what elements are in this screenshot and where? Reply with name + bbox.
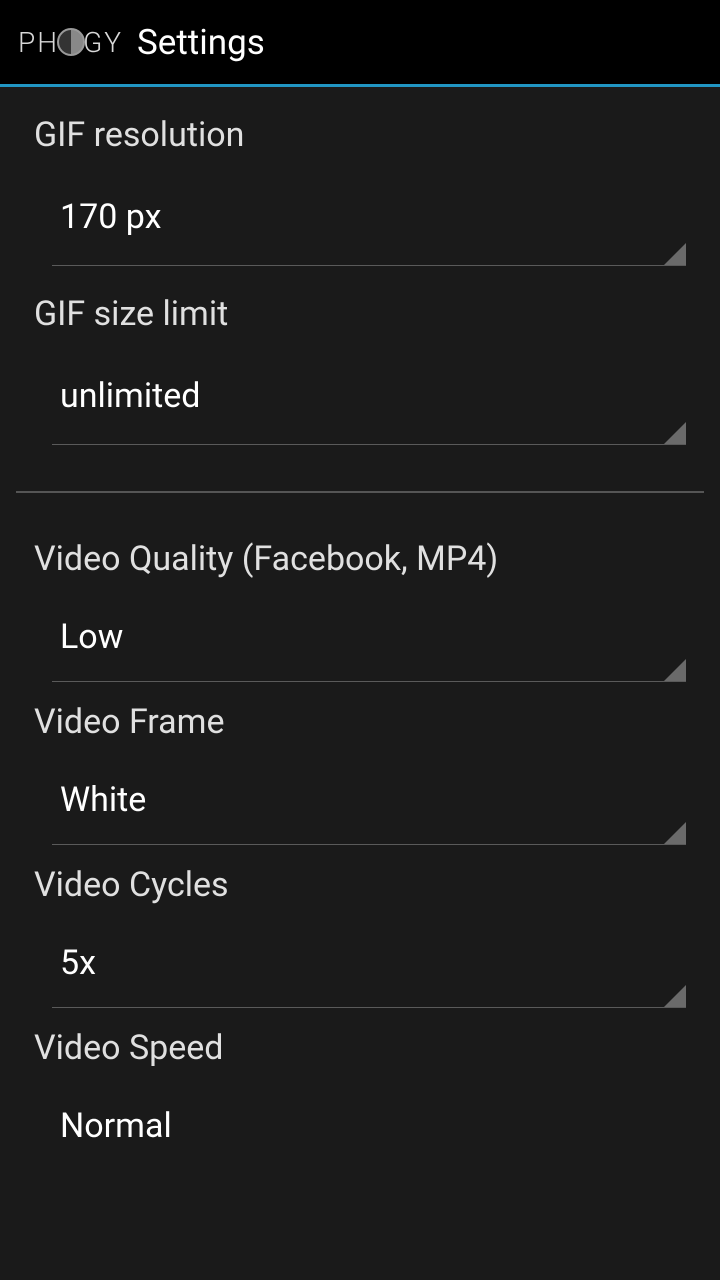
settings-content: GIF resolution 170 px GIF size limit unl… [0, 87, 720, 1146]
section-divider [16, 491, 704, 493]
gif-resolution-value: 170 px [60, 197, 161, 237]
app-header: PHGY Settings [0, 0, 720, 84]
video-cycles-value: 5x [60, 943, 96, 983]
video-speed-value: Normal [60, 1106, 172, 1146]
video-frame-value: White [60, 780, 146, 820]
page-title: Settings [137, 22, 265, 63]
video-speed-spinner[interactable]: Normal [0, 1082, 720, 1146]
gif-size-limit-spinner[interactable]: unlimited [52, 348, 686, 445]
gif-resolution-label: GIF resolution [0, 87, 720, 169]
video-cycles-spinner[interactable]: 5x [52, 919, 686, 1008]
video-quality-spinner[interactable]: Low [52, 593, 686, 682]
video-quality-label: Video Quality (Facebook, MP4) [0, 539, 720, 593]
video-frame-spinner[interactable]: White [52, 756, 686, 845]
video-frame-label: Video Frame [0, 682, 720, 756]
video-speed-label: Video Speed [0, 1008, 720, 1082]
gif-size-limit-value: unlimited [60, 376, 200, 416]
video-quality-value: Low [60, 617, 123, 657]
gif-resolution-spinner[interactable]: 170 px [52, 169, 686, 266]
gif-size-limit-label: GIF size limit [0, 266, 720, 348]
logo-circle-icon [57, 28, 85, 56]
app-logo: PHGY [18, 26, 123, 59]
video-cycles-label: Video Cycles [0, 845, 720, 919]
